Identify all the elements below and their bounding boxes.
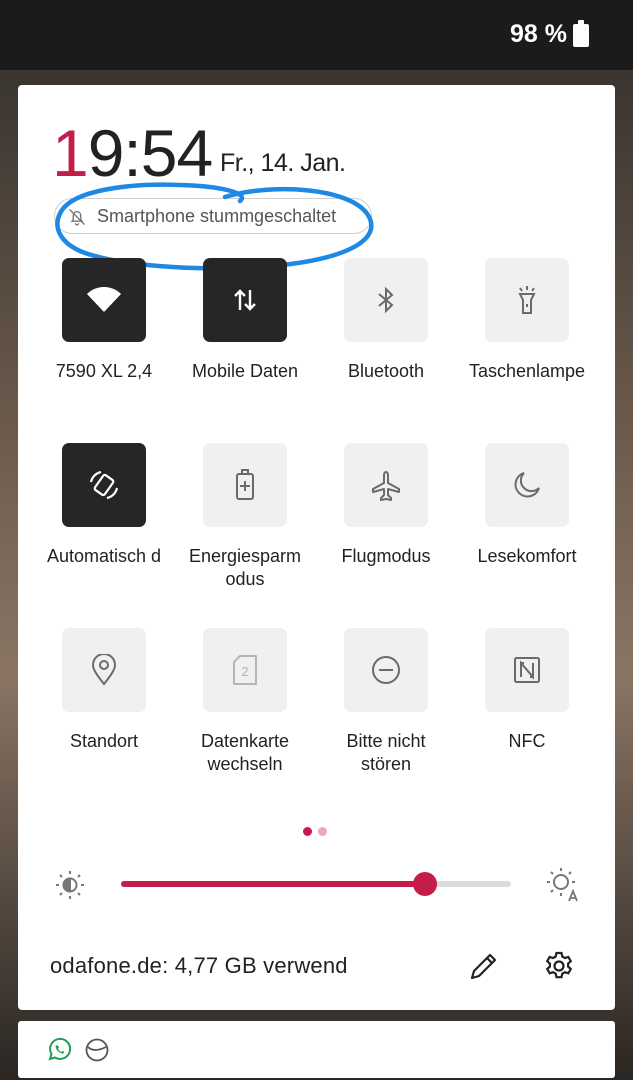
tile-switch-data-card-label-line1: Datenkarte: [200, 731, 290, 751]
tile-do-not-disturb-label: Bitte nicht stören: [326, 730, 446, 776]
moon-icon: [85, 1038, 109, 1062]
tile-wifi-label: 7590 XL 2,4: [55, 361, 153, 381]
tile-reading-mode[interactable]: Lesekomfort: [467, 443, 587, 568]
tile-location-label: Standort: [69, 731, 139, 751]
tile-bluetooth-label: Bluetooth: [347, 361, 425, 381]
whatsapp-icon: [48, 1037, 72, 1061]
tile-reading-mode-label: Lesekomfort: [477, 546, 577, 566]
tile-flashlight-label: Taschenlampe: [468, 361, 586, 381]
page-indicator: [303, 823, 333, 841]
tile-do-not-disturb-label-line1: Bitte nicht: [346, 731, 426, 751]
date[interactable]: Fr., 14. Jan.: [220, 149, 346, 178]
tile-nfc-label: NFC: [508, 731, 546, 751]
page-dot-active[interactable]: [303, 827, 312, 836]
battery-icon: [573, 20, 589, 47]
tile-auto-rotate[interactable]: Automatisch d: [44, 443, 164, 568]
tile-mobile-data[interactable]: Mobile Daten: [185, 258, 305, 383]
auto-brightness-icon[interactable]: [546, 867, 582, 903]
bluetooth-icon: [378, 286, 394, 314]
location-icon: [91, 654, 117, 686]
data-usage-text[interactable]: odafone.de: 4,77 GB verwend: [50, 953, 378, 979]
do-not-disturb-icon: [372, 656, 400, 684]
wifi-icon: [87, 287, 121, 312]
tile-battery-saver-label: Energiesparm odus: [185, 545, 305, 591]
tile-mobile-data-button[interactable]: [203, 258, 287, 342]
tile-airplane-mode-label: Flugmodus: [341, 546, 431, 566]
tile-wifi-button[interactable]: [62, 258, 146, 342]
tile-airplane-mode[interactable]: Flugmodus: [326, 443, 446, 568]
quick-settings-panel: 19:54 Fr., 14. Jan. Smartphone stummgesc…: [18, 85, 615, 1010]
tile-reading-mode-button[interactable]: [485, 443, 569, 527]
notification-strip[interactable]: [18, 1021, 615, 1078]
tile-do-not-disturb-button[interactable]: [344, 628, 428, 712]
tile-switch-data-card-label-line2: wechseln: [207, 754, 283, 774]
flashlight-icon: [518, 286, 536, 314]
brightness-slider-thumb[interactable]: [413, 872, 438, 896]
brightness-low-icon: [56, 871, 84, 899]
tile-do-not-disturb-label-line2: stören: [360, 754, 412, 774]
tile-location-button[interactable]: [62, 628, 146, 712]
battery-percentage: 98 %: [510, 20, 567, 48]
tile-wifi[interactable]: 7590 XL 2,4: [44, 258, 164, 383]
tile-auto-rotate-button[interactable]: [62, 443, 146, 527]
tile-auto-rotate-label: Automatisch d: [46, 546, 162, 566]
brightness-slider[interactable]: [121, 872, 511, 896]
tile-nfc-button[interactable]: [485, 628, 569, 712]
tile-switch-data-card-label: Datenkarte wechseln: [185, 730, 305, 776]
auto-rotate-icon: [89, 470, 119, 500]
tile-battery-saver[interactable]: Energiesparm odus: [185, 443, 305, 591]
tile-battery-saver-label-line2: odus: [225, 569, 265, 589]
page-dot[interactable]: [318, 827, 327, 836]
status-bar: 98 %: [0, 0, 633, 70]
tile-airplane-mode-button[interactable]: [344, 443, 428, 527]
tile-nfc[interactable]: NFC: [467, 628, 587, 753]
tile-mobile-data-label: Mobile Daten: [191, 361, 299, 381]
tile-bluetooth-button[interactable]: [344, 258, 428, 342]
tile-bluetooth[interactable]: Bluetooth: [326, 258, 446, 383]
nfc-icon: [514, 657, 540, 683]
tile-switch-data-card-button[interactable]: 2: [203, 628, 287, 712]
tile-battery-saver-button[interactable]: [203, 443, 287, 527]
tile-flashlight-button[interactable]: [485, 258, 569, 342]
brightness-slider-fill: [121, 881, 426, 887]
battery-saver-icon: [236, 469, 254, 500]
sim-card-icon: 2: [233, 655, 257, 685]
tile-battery-saver-label-line1: Energiesparm: [188, 546, 302, 566]
tile-flashlight[interactable]: Taschenlampe: [467, 258, 587, 383]
sim-card-number: 2: [241, 664, 248, 679]
gear-icon[interactable]: [543, 950, 575, 982]
moon-icon: [514, 472, 540, 498]
tile-switch-data-card[interactable]: 2 Datenkarte wechseln: [185, 628, 305, 776]
tile-do-not-disturb[interactable]: Bitte nicht stören: [326, 628, 446, 776]
mobile-data-icon: [234, 289, 256, 311]
tile-location[interactable]: Standort: [44, 628, 164, 753]
airplane-icon: [372, 471, 400, 501]
edit-pencil-icon[interactable]: [468, 950, 500, 982]
